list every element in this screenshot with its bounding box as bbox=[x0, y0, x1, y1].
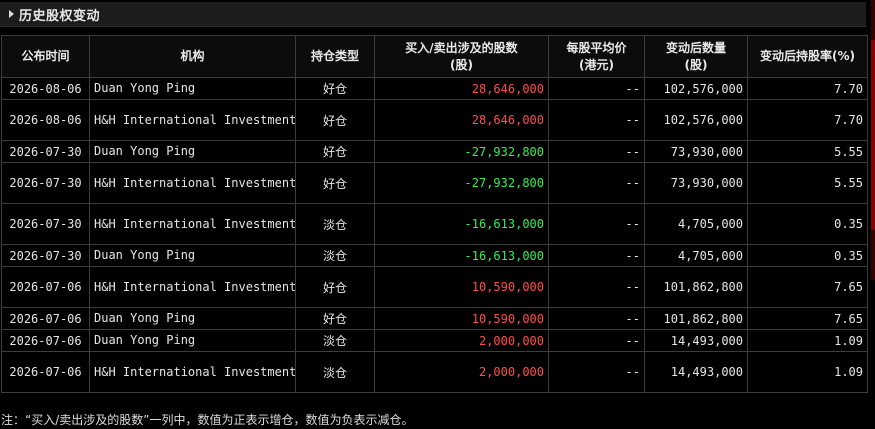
cell-price: -- bbox=[548, 99, 645, 141]
cell-date: 2026-07-30 bbox=[1, 140, 90, 163]
cell-quantity: 14,493,000 bbox=[644, 351, 748, 393]
caret-right-icon[interactable] bbox=[9, 10, 14, 18]
cell-change: 10,590,000 bbox=[374, 307, 549, 330]
cell-change: 28,646,000 bbox=[374, 77, 549, 100]
cell-ratio: 0.35 bbox=[747, 203, 868, 245]
cell-date: 2026-07-30 bbox=[1, 244, 90, 267]
table-row[interactable]: 2026-07-30 H&H International Investment,… bbox=[1, 162, 868, 204]
column-header-quantity[interactable]: 变动后数量 (股) bbox=[644, 35, 748, 78]
cell-quantity: 73,930,000 bbox=[644, 162, 748, 204]
cell-type: 淡仓 bbox=[295, 203, 375, 245]
cell-quantity: 4,705,000 bbox=[644, 244, 748, 267]
table-row[interactable]: 2026-07-30 Duan Yong Ping 淡仓 -16,613,000… bbox=[1, 244, 868, 267]
cell-price: -- bbox=[548, 77, 645, 100]
table-row[interactable]: 2026-07-06 Duan Yong Ping 淡仓 2,000,000 -… bbox=[1, 329, 868, 352]
cell-change: 2,000,000 bbox=[374, 329, 549, 352]
cell-type: 好仓 bbox=[295, 266, 375, 308]
cell-ratio: 7.70 bbox=[747, 77, 868, 100]
cell-type: 淡仓 bbox=[295, 244, 375, 267]
column-header-change[interactable]: 买入/卖出涉及的股数 (股) bbox=[374, 35, 549, 78]
panel-title: 历史股权变动 bbox=[19, 8, 101, 24]
cell-ratio: 5.55 bbox=[747, 140, 868, 163]
cell-quantity: 14,493,000 bbox=[644, 329, 748, 352]
cell-date: 2026-07-06 bbox=[1, 266, 90, 308]
cell-price: -- bbox=[548, 329, 645, 352]
footnote: 注：“买入/卖出涉及的股数”一列中，数值为正表示增仓，数值为负表示减仓。 bbox=[1, 413, 414, 427]
shareholding-change-table: 公布时间 机构 持仓类型 买入/卖出涉及的股数 (股) 每股平均价 (港元) 变动后… bbox=[1, 35, 868, 393]
cell-quantity: 102,576,000 bbox=[644, 77, 748, 100]
cell-org: H&H International Investment, LLC bbox=[89, 203, 296, 245]
column-header-org[interactable]: 机构 bbox=[89, 35, 296, 78]
cell-date: 2026-07-06 bbox=[1, 329, 90, 352]
cell-type: 好仓 bbox=[295, 307, 375, 330]
cell-price: -- bbox=[548, 244, 645, 267]
cell-change: 2,000,000 bbox=[374, 351, 549, 393]
column-header-date[interactable]: 公布时间 bbox=[1, 35, 90, 78]
cell-price: -- bbox=[548, 203, 645, 245]
cell-quantity: 102,576,000 bbox=[644, 99, 748, 141]
cell-ratio: 1.09 bbox=[747, 351, 868, 393]
cell-org: Duan Yong Ping bbox=[89, 140, 296, 163]
table-row[interactable]: 2026-07-30 Duan Yong Ping 好仓 -27,932,800… bbox=[1, 140, 868, 163]
cell-ratio: 7.65 bbox=[747, 307, 868, 330]
cell-type: 淡仓 bbox=[295, 351, 375, 393]
cell-org: H&H International Investment, LLC bbox=[89, 351, 296, 393]
cell-quantity: 101,862,800 bbox=[644, 266, 748, 308]
table-header-row: 公布时间 机构 持仓类型 买入/卖出涉及的股数 (股) 每股平均价 (港元) 变动后… bbox=[1, 35, 868, 78]
cell-org: H&H International Investment, LLC bbox=[89, 266, 296, 308]
column-header-ratio[interactable]: 变动后持股率(%) bbox=[747, 35, 868, 78]
panel-header[interactable]: 历史股权变动 bbox=[0, 2, 866, 27]
scrollbar-thumb[interactable] bbox=[871, 40, 875, 230]
cell-price: -- bbox=[548, 266, 645, 308]
cell-date: 2026-08-06 bbox=[1, 99, 90, 141]
table-body: 2026-08-06 Duan Yong Ping 好仓 28,646,000 … bbox=[1, 77, 868, 393]
table-row[interactable]: 2026-07-06 Duan Yong Ping 好仓 10,590,000 … bbox=[1, 307, 868, 330]
cell-ratio: 5.55 bbox=[747, 162, 868, 204]
table-row[interactable]: 2026-07-30 H&H International Investment,… bbox=[1, 203, 868, 245]
cell-type: 好仓 bbox=[295, 140, 375, 163]
cell-org: H&H International Investment, LLC bbox=[89, 99, 296, 141]
cell-ratio: 1.09 bbox=[747, 329, 868, 352]
cell-price: -- bbox=[548, 162, 645, 204]
cell-type: 好仓 bbox=[295, 77, 375, 100]
cell-date: 2026-07-30 bbox=[1, 203, 90, 245]
cell-price: -- bbox=[548, 140, 645, 163]
cell-date: 2026-07-06 bbox=[1, 351, 90, 393]
cell-price: -- bbox=[548, 351, 645, 393]
cell-change: 28,646,000 bbox=[374, 99, 549, 141]
cell-quantity: 101,862,800 bbox=[644, 307, 748, 330]
table-row[interactable]: 2026-08-06 Duan Yong Ping 好仓 28,646,000 … bbox=[1, 77, 868, 100]
cell-org: H&H International Investment, LLC bbox=[89, 162, 296, 204]
table-row[interactable]: 2026-07-06 H&H International Investment,… bbox=[1, 351, 868, 393]
cell-date: 2026-07-30 bbox=[1, 162, 90, 204]
cell-org: Duan Yong Ping bbox=[89, 329, 296, 352]
cell-change: -27,932,800 bbox=[374, 140, 549, 163]
cell-change: -16,613,000 bbox=[374, 244, 549, 267]
cell-date: 2026-07-06 bbox=[1, 307, 90, 330]
cell-change: -27,932,800 bbox=[374, 162, 549, 204]
cell-org: Duan Yong Ping bbox=[89, 77, 296, 100]
table-row[interactable]: 2026-07-06 H&H International Investment,… bbox=[1, 266, 868, 308]
column-header-price[interactable]: 每股平均价 (港元) bbox=[548, 35, 645, 78]
cell-org: Duan Yong Ping bbox=[89, 244, 296, 267]
cell-change: 10,590,000 bbox=[374, 266, 549, 308]
cell-change: -16,613,000 bbox=[374, 203, 549, 245]
cell-ratio: 0.35 bbox=[747, 244, 868, 267]
scrollbar[interactable] bbox=[871, 0, 875, 280]
cell-org: Duan Yong Ping bbox=[89, 307, 296, 330]
cell-ratio: 7.65 bbox=[747, 266, 868, 308]
cell-type: 好仓 bbox=[295, 162, 375, 204]
cell-quantity: 73,930,000 bbox=[644, 140, 748, 163]
cell-date: 2026-08-06 bbox=[1, 77, 90, 100]
cell-ratio: 7.70 bbox=[747, 99, 868, 141]
table-row[interactable]: 2026-08-06 H&H International Investment,… bbox=[1, 99, 868, 141]
cell-type: 淡仓 bbox=[295, 329, 375, 352]
cell-type: 好仓 bbox=[295, 99, 375, 141]
column-header-type[interactable]: 持仓类型 bbox=[295, 35, 375, 78]
cell-price: -- bbox=[548, 307, 645, 330]
cell-quantity: 4,705,000 bbox=[644, 203, 748, 245]
